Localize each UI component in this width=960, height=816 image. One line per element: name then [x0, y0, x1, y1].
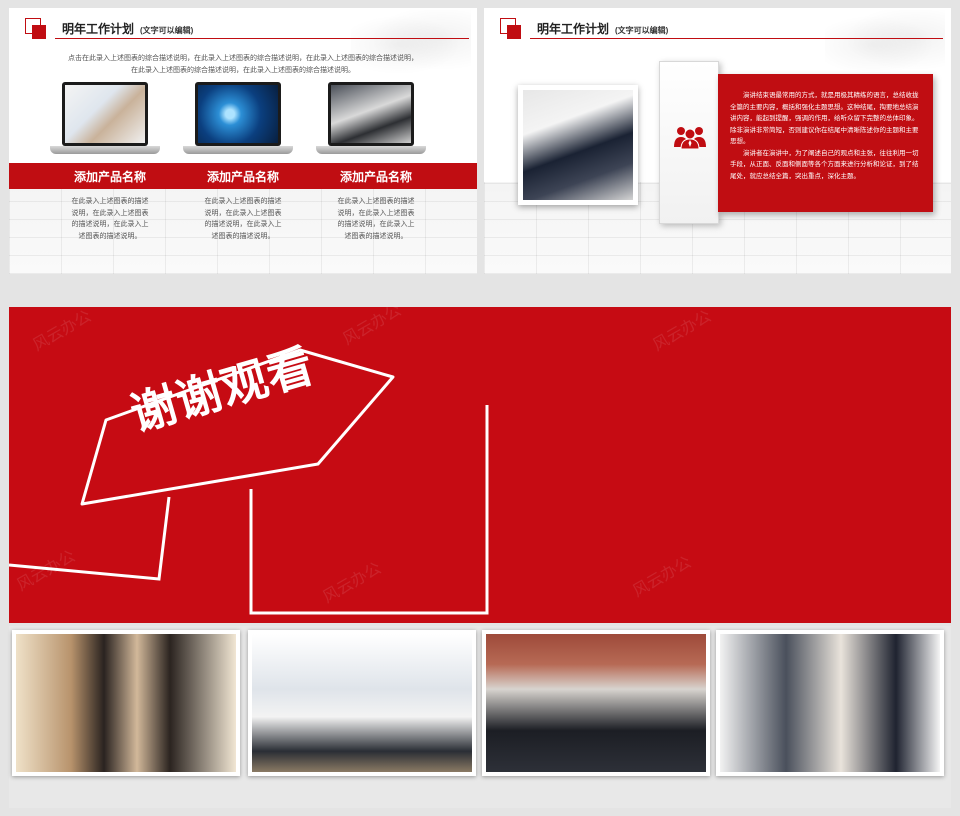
title-note: (文字可以编辑) [140, 26, 194, 35]
laptop-image [50, 82, 160, 154]
team-photo [482, 630, 710, 776]
slide-title: 明年工作计划 (文字可以编辑) [62, 22, 194, 36]
laptop-image [316, 82, 426, 154]
product-title: 添加产品名称 [206, 170, 279, 184]
title-square-icon [25, 18, 49, 42]
closing-paragraph: 演讲者在演讲中，为了阐述自己的观点和主张，往往利用一切手段，从正面、反面和侧面等… [730, 148, 919, 180]
slide-sheet: 明年工作计划 (文字可以编辑) 点击在此录入上述图表的综合描述说明，在此录入上述图… [0, 0, 960, 816]
slide-title: 明年工作计划 (文字可以编辑) [537, 22, 669, 36]
title-underline [55, 38, 469, 39]
meeting-photo [518, 85, 638, 205]
slide-closing-text: 明年工作计划 (文字可以编辑) 演讲结束语最常用的方式，就是用极其精练的语言，总结… [484, 8, 951, 274]
closing-paragraph: 演讲结束语最常用的方式，就是用极其精练的语言，总结收拢全篇的主要内容，概括和强化… [730, 91, 919, 145]
team-icon [674, 127, 706, 149]
intro-text: 点击在此录入上述图表的综合描述说明，在此录入上述图表的综合描述说明，在此录入上述… [39, 53, 447, 77]
title-underline [530, 38, 943, 39]
team-photo [248, 630, 476, 776]
product-description: 在此录入上述图表的描述 说明，在此录入上述图表 的描述说明，在此录入上 述图表的描述说… [71, 198, 149, 240]
title-square-icon [500, 18, 524, 42]
product-title: 添加产品名称 [339, 170, 412, 184]
closing-text-card: 演讲结束语最常用的方式，就是用极其精练的语言，总结收拢全篇的主要内容，概括和强化… [718, 74, 933, 212]
team-photo [12, 630, 240, 776]
intro-line: 点击在此录入上述图表的综合描述说明，在此录入上述图表的综合描述说明，在此录入上述… [68, 55, 418, 62]
title-note: (文字可以编辑) [615, 26, 669, 35]
slide-product-plan: 明年工作计划 (文字可以编辑) 点击在此录入上述图表的综合描述说明，在此录入上述图… [9, 8, 477, 274]
icon-card [659, 61, 719, 224]
product-description: 在此录入上述图表的描述 说明，在此录入上述图表 的描述说明，在此录入上 述图表的描述说… [337, 198, 415, 240]
intro-line: 在此录入上述图表的综合描述说明，在此录入上述图表的综合描述说明。 [131, 67, 355, 74]
thank-you-slide: 风云办公 风云办公 风云办公 风云办公 风云办公 风云办公 [9, 307, 951, 623]
product-title: 添加产品名称 [73, 170, 146, 184]
world-map-decoration [825, 10, 945, 80]
product-description: 在此录入上述图表的描述 说明，在此录入上述图表 的描述说明，在此录入上 述图表的描述说… [204, 198, 282, 240]
team-photo [716, 630, 944, 776]
laptop-image [183, 82, 293, 154]
arrow-sign-outline [9, 348, 489, 615]
